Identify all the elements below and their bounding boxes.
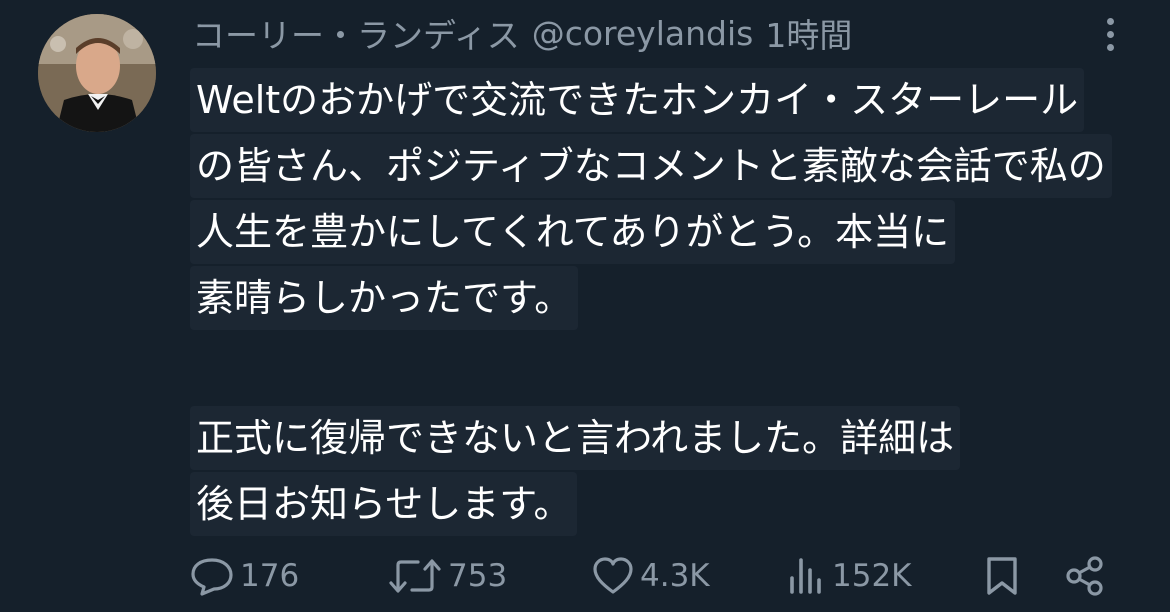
reply-count: 176 bbox=[240, 558, 300, 594]
avatar-image bbox=[38, 14, 156, 132]
views-count: 152K bbox=[832, 558, 912, 594]
retweet-button[interactable]: 753 bbox=[388, 548, 507, 604]
views-button[interactable]: 152K bbox=[786, 548, 912, 604]
tweet-text-line: 人生を豊かにしてくれてありがとう。本当に bbox=[190, 200, 1140, 266]
tweet-text-line: の皆さん、ポジティブなコメントと素敵な会話で私の bbox=[190, 134, 1140, 200]
user-handle[interactable]: @coreylandis bbox=[532, 14, 754, 53]
tweet-text-line: 後日お知らせします。 bbox=[190, 472, 1140, 538]
tweet-text: Weltのおかげで交流できたホンカイ・スターレール の皆さん、ポジティブなコメン… bbox=[190, 68, 1140, 538]
retweet-count: 753 bbox=[448, 558, 508, 594]
like-button[interactable]: 4.3K bbox=[592, 548, 710, 604]
more-icon[interactable] bbox=[1090, 12, 1130, 56]
reply-button[interactable]: 176 bbox=[190, 548, 299, 604]
tweet-header: コーリー・ランディス @coreylandis 1時間 bbox=[192, 10, 852, 56]
avatar[interactable] bbox=[38, 14, 156, 132]
tweet-text-line: 素晴らしかったです。 bbox=[190, 266, 1140, 332]
tweet-text-line: 正式に復帰できないと言われました。詳細は bbox=[190, 406, 1140, 472]
reply-icon bbox=[191, 558, 233, 596]
views-icon bbox=[790, 558, 821, 594]
bookmark-button[interactable] bbox=[984, 548, 1020, 604]
bookmark-icon bbox=[987, 557, 1017, 595]
share-button[interactable] bbox=[1064, 548, 1106, 604]
heart-icon bbox=[593, 557, 633, 594]
display-name[interactable]: コーリー・ランディス bbox=[192, 9, 520, 57]
share-icon bbox=[1066, 556, 1103, 596]
like-count: 4.3K bbox=[640, 558, 710, 594]
retweet-icon bbox=[389, 559, 441, 593]
tweet-text-line: Weltのおかげで交流できたホンカイ・スターレール bbox=[190, 68, 1140, 134]
tweet: コーリー・ランディス @coreylandis 1時間 Weltのおかげで交流で… bbox=[0, 0, 1170, 612]
timestamp[interactable]: 1時間 bbox=[765, 9, 852, 57]
action-bar: 176 753 4.3K 152K bbox=[190, 548, 1130, 604]
